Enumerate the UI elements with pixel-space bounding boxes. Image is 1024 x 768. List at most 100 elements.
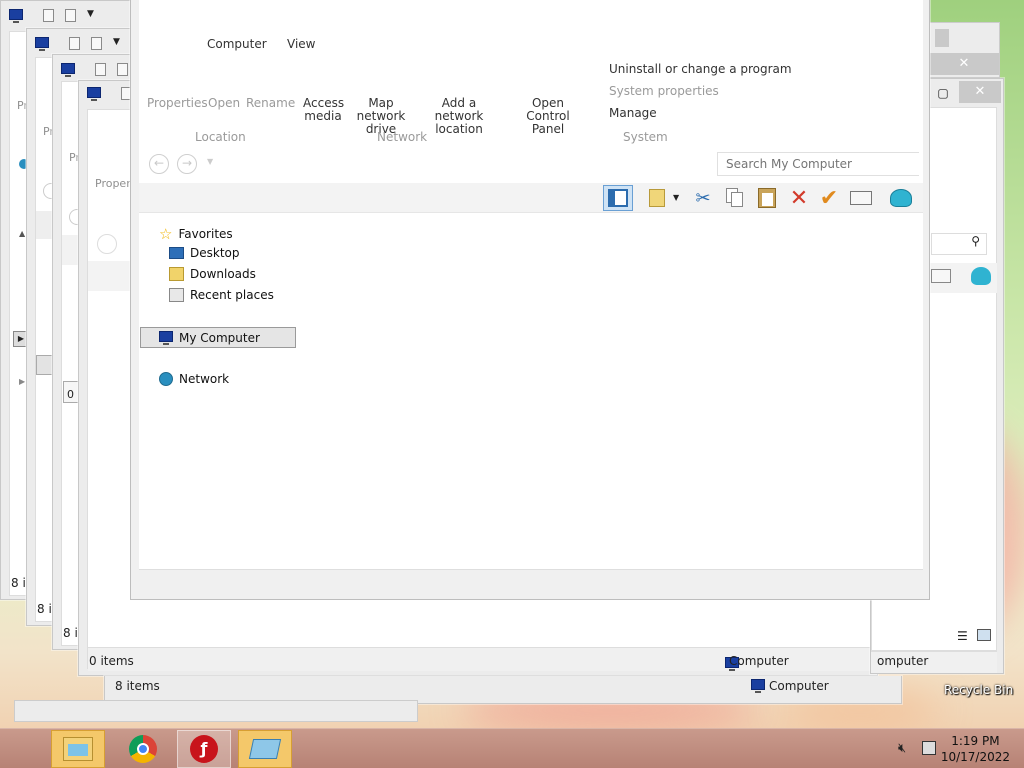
button-line: Open Control [526,96,570,123]
taskbar-control-panel[interactable] [238,730,292,768]
qa-dropdown-icon[interactable]: ▼ [113,37,120,47]
taskbar-chrome[interactable] [116,730,170,768]
search-input[interactable] [717,152,919,176]
mail-icon[interactable] [931,269,951,283]
status-item-count: 8 items [115,679,160,693]
folder-options-dropdown[interactable]: ▼ [673,193,679,202]
status-location-icon [751,679,765,693]
open-button[interactable]: Open [208,97,240,110]
status-location: omputer [877,654,929,668]
nav-desktop[interactable]: Desktop [169,246,240,260]
downloads-folder-icon [169,267,184,281]
group-label-system: System [623,130,668,144]
system-properties-button[interactable]: System properties [609,85,719,98]
main-window-body: Computer View Properties Open Rename Loc… [139,0,923,593]
file-explorer-icon [63,737,93,761]
taskbar-flash[interactable]: ƒ [177,730,231,768]
manage-button[interactable]: Manage [609,107,657,120]
recycle-bin-label[interactable]: Recycle Bin [944,683,1013,697]
collapse-arrow-icon[interactable]: ▲ [19,229,25,238]
navigation-pane: ☆ Favorites Desktop Downloads Recent pla… [139,213,923,569]
clock[interactable]: 1:19 PM 10/17/2022 [941,733,1010,765]
chrome-icon [129,735,157,763]
network-tray-icon[interactable] [922,741,936,755]
uninstall-program-button[interactable]: Uninstall or change a program [609,63,792,76]
nav-label: Network [179,372,230,386]
preview-pane-button[interactable] [603,185,633,211]
taskbar: ƒ 🔇︎ 1:19 PM 10/17/2022 [0,728,1024,768]
qa-properties-icon[interactable] [43,9,54,22]
nav-label: My Computer [179,330,260,345]
forward-button[interactable]: → [177,154,197,174]
nav-recent-places[interactable]: Recent places [169,288,274,302]
tab-computer[interactable]: Computer [207,37,267,51]
button-line: location [435,122,483,136]
rename-button[interactable]: Rename [246,97,295,110]
copy-icon[interactable] [721,185,749,211]
details-view-icon[interactable]: ☰ [957,629,968,643]
shell-icon[interactable] [971,267,991,285]
explorer-window-main[interactable]: Computer View Properties Open Rename Loc… [130,0,930,600]
add-network-location-button[interactable]: Add a network location [419,97,499,136]
expand-arrow-icon[interactable]: ▶ [19,377,25,386]
explorer-window-bg-7 [14,700,418,722]
large-icons-view-icon[interactable] [977,629,991,641]
back-button[interactable] [97,234,117,254]
mail-icon[interactable] [847,185,875,211]
group-label-network: Network [377,130,428,144]
close-button[interactable]: ✕ [959,81,1001,103]
nav-favorites[interactable]: ☆ Favorites [159,225,233,243]
qa-folder-icon[interactable] [65,9,76,22]
recent-locations-dropdown[interactable]: ▼ [207,157,213,166]
explorer-window-bg-8: ✕ [928,22,1000,78]
button-line: Panel [531,122,565,136]
toolbar: ▼ ✂ ✕ ✔ [139,183,923,213]
access-media-button[interactable]: Access media [303,97,344,123]
group-label-location: Location [195,130,246,144]
desktop-icon [169,247,184,259]
volume-muted-icon[interactable]: 🔇︎ [898,741,906,756]
qa-folder-icon[interactable] [91,37,102,50]
qa-folder-icon[interactable] [117,63,128,76]
open-control-panel-button[interactable]: Open Control Panel [509,97,587,136]
taskbar-file-explorer[interactable] [51,730,105,768]
button-line: Map network [356,96,406,123]
qa-dropdown-icon[interactable]: ▼ [87,9,94,19]
window-icon [61,63,75,77]
button-line: media [304,109,342,123]
recent-places-icon [169,288,184,302]
star-icon: ☆ [159,225,173,243]
control-panel-icon [248,739,282,759]
nav-label: Desktop [190,246,240,260]
folder-options-icon[interactable] [643,185,671,211]
window-icon [35,37,49,51]
window-icon [87,87,101,101]
properties-button[interactable]: Properties [147,97,208,110]
tab-view[interactable]: View [287,37,315,51]
delete-icon[interactable]: ✕ [785,185,813,211]
nav-my-computer[interactable]: My Computer [140,327,296,348]
window-icon [9,9,23,23]
search-icon[interactable]: ⚲ [931,233,987,255]
computer-icon [159,330,173,345]
button-line: Add a network [434,96,484,123]
nav-downloads[interactable]: Downloads [169,267,256,281]
nav-label: Recent places [190,288,274,302]
status-item-count: 0 items [89,654,134,668]
clock-time: 1:19 PM [951,734,1000,748]
status-bar [139,569,923,593]
cut-icon[interactable]: ✂ [689,185,717,211]
back-button[interactable]: ← [149,154,169,174]
qa-properties-icon[interactable] [95,63,106,76]
network-globe-icon [159,372,173,386]
shell-icon[interactable] [887,185,915,211]
status-location: Computer [729,654,789,668]
nav-network[interactable]: Network [159,372,229,386]
close-button[interactable]: ✕ [929,53,999,75]
clock-date: 10/17/2022 [940,750,1010,764]
apply-check-icon[interactable]: ✔ [815,185,843,211]
status-location: Computer [769,679,829,693]
paste-icon[interactable] [753,185,781,211]
qa-properties-icon[interactable] [69,37,80,50]
maximize-button[interactable]: ▢ [929,83,957,103]
